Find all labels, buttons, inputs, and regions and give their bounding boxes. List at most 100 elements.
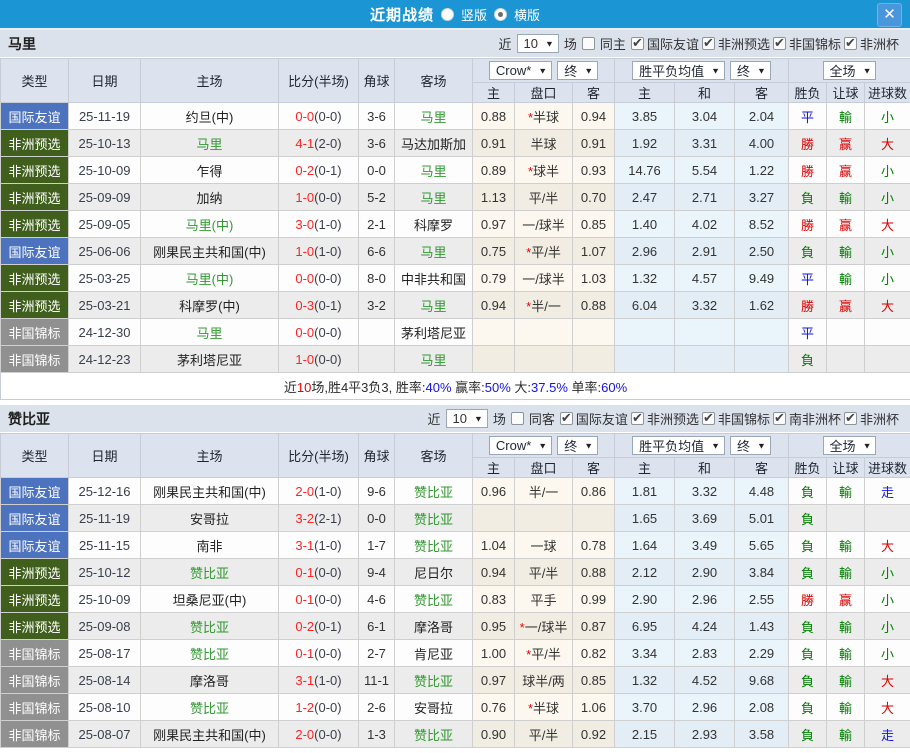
landscape-radio[interactable] [494,8,507,21]
avg-away: 1.22 [735,157,789,184]
league-label: 非洲杯 [859,409,900,428]
match-score: 0-2(0-1) [279,613,359,640]
col-avg-home: 主 [615,458,675,478]
match-type-badge: 国际友谊 [1,532,69,559]
same-venue-checkbox[interactable] [582,37,595,50]
odds-home: 0.88 [473,103,515,130]
league-checkbox[interactable]: ✔ [560,412,573,425]
landscape-radio-label[interactable]: 横版 [514,5,540,24]
league-checkbox[interactable]: ✔ [844,37,857,50]
corner-score: 2-1 [359,211,395,238]
handicap-result: 輸 [827,532,865,559]
halftime-score: (0-0) [314,325,341,340]
league-checkbox[interactable]: ✔ [844,412,857,425]
col-away: 客场 [395,59,473,103]
chevron-down-icon: ▼ [584,66,593,75]
home-team: 赞比亚 [141,640,279,667]
away-team: 赞比亚 [395,721,473,748]
league-checkbox[interactable]: ✔ [773,37,786,50]
match-score: 3-2(2-1) [279,505,359,532]
portrait-radio[interactable] [441,8,454,21]
col-odds-away: 客 [573,458,615,478]
scope-select[interactable]: 全场▼ [823,61,877,80]
avg-home: 2.90 [615,586,675,613]
corner-score: 0-0 [359,157,395,184]
odds-home: 1.04 [473,532,515,559]
match-row: 非洲预选25-09-09加纳1-0(0-0)5-2马里1.13平/半0.702.… [1,184,910,211]
odds-company-select[interactable]: Crow*▼ [489,61,552,80]
col-type: 类型 [1,59,69,103]
match-row: 非国锦标25-08-14摩洛哥3-1(1-0)11-1赞比亚0.97球半/两0.… [1,667,910,694]
scope-select[interactable]: 全场▼ [823,436,877,455]
match-date: 25-09-08 [69,613,141,640]
match-type-badge: 非洲预选 [1,211,69,238]
league-checkbox[interactable]: ✔ [773,412,786,425]
team-section-mali: 马里 近 10 ▼ 场 同主 ✔国际友谊✔非洲预选✔非国锦标✔非洲杯 类型 日期… [0,30,910,400]
halftime-score: (0-0) [314,565,341,580]
odds-home: 0.97 [473,667,515,694]
handicap-result [827,346,865,373]
match-row: 国际友谊25-11-19约旦(中)0-0(0-0)3-6马里0.88*半球0.9… [1,103,910,130]
match-score: 3-1(1-0) [279,532,359,559]
handicap-text: 平/半 [531,245,561,260]
corner-score: 3-6 [359,130,395,157]
corner-score: 3-6 [359,103,395,130]
result: 勝 [789,211,827,238]
handicap-result: 輸 [827,184,865,211]
avg-home: 1.64 [615,532,675,559]
corner-score: 11-1 [359,667,395,694]
odds-home: 0.96 [473,478,515,505]
col-corner: 角球 [359,59,395,103]
halftime-score: (0-0) [314,646,341,661]
avg-draw: 3.32 [675,292,735,319]
portrait-radio-label[interactable]: 竖版 [461,5,487,24]
corner-score: 1-3 [359,721,395,748]
scope-header-group: 全场▼ [789,59,910,83]
league-label: 国际友谊 [575,409,629,428]
section-header: 马里 近 10 ▼ 场 同主 ✔国际友谊✔非洲预选✔非国锦标✔非洲杯 [0,30,910,58]
avg-final-select[interactable]: 终▼ [730,436,771,455]
section-header: 赞比亚 近 10 ▼ 场 同客 ✔国际友谊✔非洲预选✔非国锦标✔南非洲杯✔非洲杯 [0,405,910,433]
avg-away: 2.04 [735,103,789,130]
summary-segment: 37.5% [531,380,568,395]
col-home: 主场 [141,59,279,103]
league-label: 南非洲杯 [788,409,842,428]
away-team: 赞比亚 [395,532,473,559]
handicap-text: 一/球半 [525,620,568,635]
same-venue-checkbox[interactable] [511,412,524,425]
match-date: 25-09-05 [69,211,141,238]
league-checkbox[interactable]: ✔ [631,37,644,50]
avg-draw: 2.96 [675,694,735,721]
halftime-score: (0-0) [314,352,341,367]
match-row: 非国锦标25-08-10赞比亚1-2(0-0)2-6安哥拉0.76*半球1.06… [1,694,910,721]
recent-count-select[interactable]: 10 ▼ [517,34,559,53]
odds-away: 0.86 [573,478,615,505]
handicap: 一/球半 [515,265,573,292]
odds-final-select[interactable]: 终▼ [557,61,598,80]
odds-final-select[interactable]: 终▼ [557,436,598,455]
close-icon[interactable]: ✕ [877,3,902,27]
odds-company-select[interactable]: Crow*▼ [489,436,552,455]
goals-result: 小 [865,103,910,130]
league-checkbox[interactable]: ✔ [702,412,715,425]
col-avg-away: 客 [735,458,789,478]
team-name: 赞比亚 [8,409,50,429]
home-team: 摩洛哥 [141,667,279,694]
fulltime-score: 0-0 [295,109,314,124]
avg-select[interactable]: 胜平负均值▼ [632,61,725,80]
handicap: 球半/两 [515,667,573,694]
corner-score: 0-0 [359,505,395,532]
handicap: *平/半 [515,640,573,667]
recent-count-select[interactable]: 10 ▼ [446,409,488,428]
avg-select[interactable]: 胜平负均值▼ [632,436,725,455]
odds-away: 0.92 [573,721,615,748]
col-corner: 角球 [359,434,395,478]
league-label: 非洲杯 [859,34,900,53]
handicap: *一/球半 [515,613,573,640]
league-checkbox[interactable]: ✔ [702,37,715,50]
match-score: 0-1(0-0) [279,586,359,613]
league-checkbox[interactable]: ✔ [631,412,644,425]
avg-final-select[interactable]: 终▼ [730,61,771,80]
halftime-score: (0-0) [314,109,341,124]
odds-away: 0.88 [573,292,615,319]
